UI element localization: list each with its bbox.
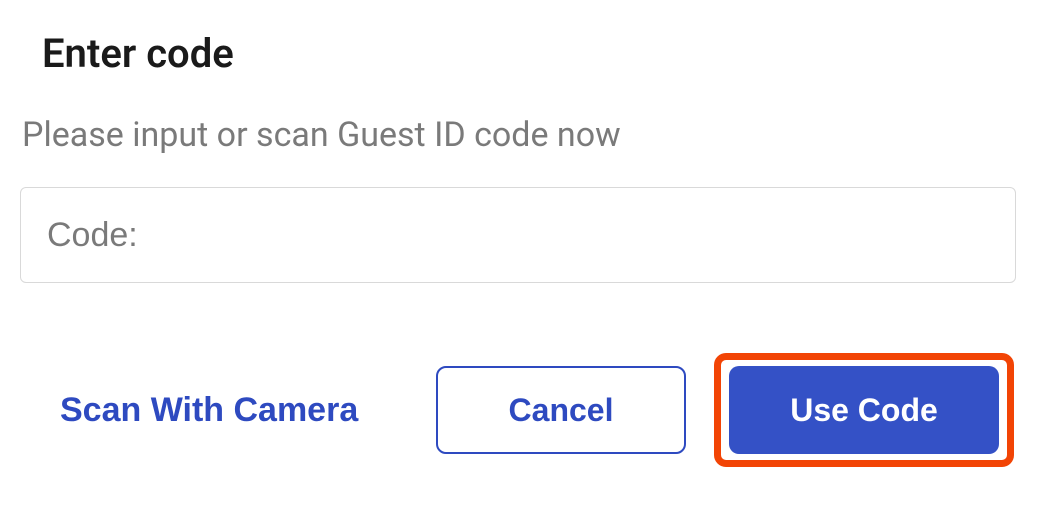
- code-input[interactable]: [20, 187, 1016, 283]
- use-code-highlight: Use Code: [714, 353, 1014, 467]
- dialog-subtitle: Please input or scan Guest ID code now: [22, 115, 1018, 155]
- scan-with-camera-button[interactable]: Scan With Camera: [60, 391, 358, 430]
- actions-row: Scan With Camera Cancel Use Code: [20, 353, 1018, 467]
- cancel-button[interactable]: Cancel: [436, 366, 686, 454]
- dialog-title: Enter code: [42, 30, 1018, 77]
- use-code-button[interactable]: Use Code: [729, 366, 999, 454]
